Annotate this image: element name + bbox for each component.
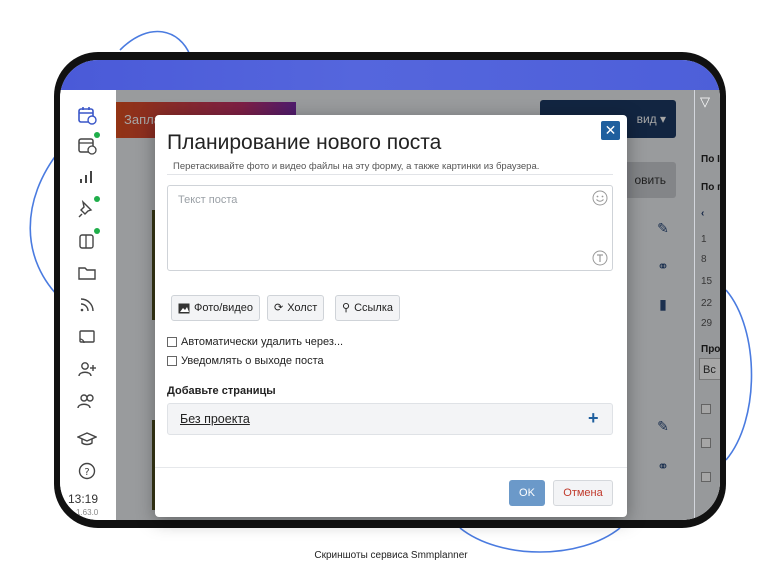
auto-delete-label: Автоматически удалить через... — [181, 336, 344, 348]
text-format-icon[interactable] — [592, 250, 608, 266]
svg-text:?: ? — [84, 467, 89, 478]
ok-button[interactable]: OK — [509, 480, 545, 506]
cast-icon[interactable] — [76, 326, 98, 348]
project-selector[interactable]: Без проекта + — [167, 403, 613, 435]
drag-hint: Перетаскивайте фото и видео файлы на эту… — [173, 161, 540, 172]
online-dot — [94, 196, 100, 202]
plus-icon[interactable]: + — [588, 408, 599, 429]
post-text-input[interactable]: Текст поста — [167, 185, 613, 271]
notify-option[interactable]: Уведомлять о выходе поста — [167, 355, 324, 367]
link-label: Ссылка — [354, 302, 394, 314]
add-pages-heading: Добавьте страницы — [167, 385, 276, 397]
close-button[interactable]: ✕ — [601, 121, 620, 140]
project-link[interactable]: Без проекта — [180, 412, 250, 426]
right-filter-panel: По ID По п ‹ 1 8 15 22 29 Прое Вс — [694, 90, 720, 520]
photo-video-button[interactable]: Фото/видео — [171, 295, 260, 321]
app-version: 1.63.0 — [76, 508, 99, 517]
sidebar: ? 13:19 1.63.0 — [60, 90, 117, 520]
top-bar — [60, 60, 720, 90]
online-dot — [94, 228, 100, 234]
clock-time: 13:19 — [68, 492, 99, 506]
users-icon[interactable] — [76, 390, 98, 412]
auto-delete-option[interactable]: Автоматически удалить через... — [167, 336, 343, 348]
notify-checkbox[interactable] — [167, 356, 177, 366]
dialog-title: Планирование нового поста — [167, 131, 442, 154]
auto-delete-checkbox[interactable] — [167, 337, 177, 347]
canvas-label: Холст — [287, 302, 318, 314]
rss-icon[interactable] — [76, 294, 98, 316]
link-button[interactable]: ⚲ Ссылка — [335, 295, 401, 321]
board-icon[interactable] — [76, 228, 100, 252]
help-icon[interactable]: ? — [76, 460, 98, 482]
panel-backdrop — [695, 90, 720, 520]
calendar-clock-icon[interactable] — [76, 104, 98, 126]
add-user-icon[interactable] — [76, 358, 98, 380]
online-dot — [94, 132, 100, 138]
folder-icon[interactable] — [76, 262, 98, 284]
post-text-placeholder: Текст поста — [178, 194, 238, 206]
link-icon: ⚲ — [342, 302, 351, 314]
divider — [167, 174, 613, 175]
notify-label: Уведомлять о выходе поста — [181, 355, 324, 367]
cancel-button[interactable]: Отмена — [553, 480, 613, 506]
divider — [155, 467, 627, 468]
photo-video-label: Фото/видео — [194, 302, 253, 314]
calendar-clock-icon[interactable] — [76, 132, 100, 156]
graduation-cap-icon[interactable] — [76, 428, 98, 450]
image-icon — [178, 303, 190, 313]
filter-icon[interactable]: ▽ — [700, 94, 710, 110]
pin-icon[interactable] — [76, 196, 100, 220]
bar-chart-icon[interactable] — [76, 166, 98, 188]
canvas-icon: ⟳ — [274, 302, 284, 314]
canvas-button[interactable]: ⟳ Холст — [267, 295, 325, 321]
new-post-dialog: Планирование нового поста ✕ Перетаскивай… — [155, 115, 627, 517]
caption: Скриншоты сервиса Smmplanner — [314, 550, 468, 561]
emoji-icon[interactable] — [592, 190, 608, 206]
